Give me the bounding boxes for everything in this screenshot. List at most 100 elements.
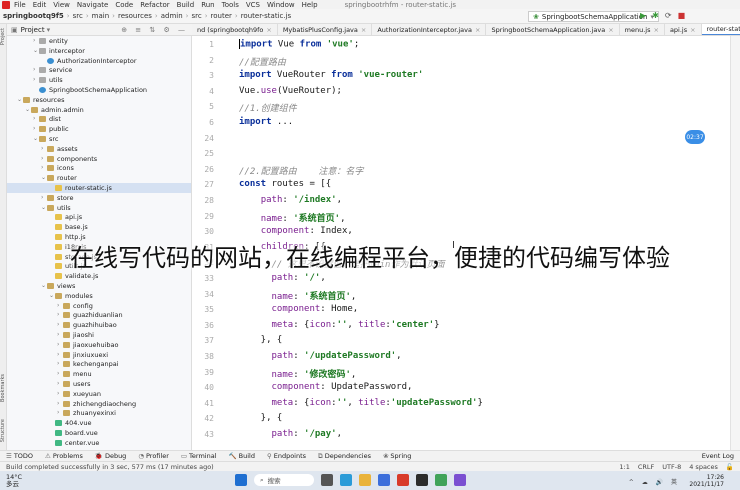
tree-item[interactable]: › utils bbox=[7, 75, 63, 85]
tree-item[interactable]: › kechenganpai bbox=[7, 359, 119, 369]
breadcrumb-item[interactable]: resources bbox=[118, 12, 152, 20]
breadcrumb-item[interactable]: router-static.js bbox=[241, 12, 292, 20]
intellij-taskbar-icon[interactable] bbox=[416, 474, 428, 486]
edge-browser-icon[interactable] bbox=[340, 474, 352, 486]
tree-item[interactable]: center.vue bbox=[7, 438, 99, 448]
project-panel-actions[interactable]: ⊕ ≡ ⇅ ⚙ — bbox=[121, 26, 188, 34]
stop-icon[interactable]: ■ bbox=[678, 11, 686, 20]
taskbar-clock[interactable]: 17:26 2021/11/17 bbox=[689, 474, 724, 488]
code-line[interactable]: name: '系统首页', bbox=[239, 289, 357, 302]
code-line[interactable]: path: '/pay', bbox=[239, 429, 342, 439]
tree-item[interactable]: base.js bbox=[7, 222, 88, 232]
lock-icon[interactable]: 🔓 bbox=[726, 463, 734, 471]
code-line[interactable]: meta: {icon:'', title:'center'} bbox=[239, 320, 440, 330]
structure-tool-tab[interactable]: Structure bbox=[0, 419, 7, 442]
tool-window-build[interactable]: 🔨 Build bbox=[229, 452, 255, 460]
close-tab-icon[interactable]: × bbox=[361, 24, 366, 35]
system-tray[interactable]: ^ ☁ 🔊 英 bbox=[629, 477, 680, 486]
weather-widget[interactable]: 14°C 多云 bbox=[6, 473, 22, 488]
tree-item[interactable]: ⌄ modules bbox=[7, 291, 93, 301]
code-line[interactable]: path: '/', bbox=[239, 273, 326, 283]
tool-window-problems[interactable]: ⚠ Problems bbox=[45, 452, 83, 460]
close-tab-icon[interactable]: × bbox=[608, 24, 613, 35]
bookmarks-tool-tab[interactable]: Bookmarks bbox=[0, 374, 7, 402]
tree-item[interactable]: ⌄ views bbox=[7, 281, 75, 291]
tree-item[interactable]: › service bbox=[7, 65, 72, 75]
breadcrumb-item[interactable]: springbootq9f5 bbox=[3, 12, 64, 20]
code-line[interactable]: component: UpdatePassword, bbox=[239, 382, 413, 392]
menu-item-tools[interactable]: Tools bbox=[222, 1, 239, 9]
tree-item[interactable]: › guazhihuibao bbox=[7, 320, 117, 330]
tree-item[interactable]: router-static.js bbox=[7, 183, 191, 193]
line-separator[interactable]: CRLF bbox=[638, 463, 654, 471]
menu-item-run[interactable]: Run bbox=[201, 1, 214, 9]
project-panel-title[interactable]: Project bbox=[21, 26, 45, 34]
tool-window-spring[interactable]: ❀ Spring bbox=[383, 452, 411, 460]
project-tool-tab[interactable]: Project bbox=[0, 28, 7, 45]
menu-item-code[interactable]: Code bbox=[115, 1, 133, 9]
taskbar-search[interactable]: ⌕ 搜索 bbox=[254, 474, 314, 486]
tool-window-terminal[interactable]: ▭ Terminal bbox=[181, 452, 217, 460]
indent-setting[interactable]: 4 spaces bbox=[689, 463, 718, 471]
code-line[interactable]: component: Home, bbox=[239, 304, 359, 314]
code-line[interactable]: Vue.use(VueRouter); bbox=[239, 86, 342, 96]
code-line[interactable]: meta: {icon:'', title:'updatePassword'} bbox=[239, 398, 483, 408]
tree-item[interactable]: › components bbox=[7, 154, 97, 164]
tree-item[interactable]: › entity bbox=[7, 36, 68, 46]
rerun-icon[interactable]: ⟳ bbox=[665, 11, 672, 20]
menu-item-help[interactable]: Help bbox=[302, 1, 318, 9]
close-tab-icon[interactable]: × bbox=[475, 24, 480, 35]
menu-item-build[interactable]: Build bbox=[177, 1, 195, 9]
tree-item[interactable]: › public bbox=[7, 124, 69, 134]
tree-item[interactable]: ⌄ src bbox=[7, 134, 59, 144]
close-tab-icon[interactable]: × bbox=[653, 24, 658, 35]
tool-window-profiler[interactable]: ◔ Profiler bbox=[138, 452, 169, 460]
tree-item[interactable]: › zhuanyexinxi bbox=[7, 408, 116, 418]
breadcrumb-item[interactable]: admin bbox=[161, 12, 183, 20]
tool-window-debug[interactable]: 🐞 Debug bbox=[95, 452, 126, 460]
editor-tab[interactable]: SpringbootSchemaApplication.java × bbox=[486, 24, 620, 35]
close-tab-icon[interactable]: × bbox=[266, 24, 271, 35]
tree-item[interactable]: › users bbox=[7, 379, 91, 389]
windows-start-icon[interactable] bbox=[235, 474, 247, 486]
status-message[interactable]: Build completed successfully in 3 sec, 5… bbox=[6, 463, 214, 471]
editor-tab[interactable]: menu.js × bbox=[620, 24, 665, 35]
tree-item[interactable]: › xueyuan bbox=[7, 389, 101, 399]
tree-item[interactable]: board.vue bbox=[7, 428, 98, 438]
tree-item[interactable]: › jiaoxuehuibao bbox=[7, 340, 118, 350]
tree-item[interactable]: › store bbox=[7, 193, 73, 203]
menu-item-window[interactable]: Window bbox=[267, 1, 295, 9]
tree-item[interactable]: › jinxiuxuexi bbox=[7, 350, 108, 360]
code-line[interactable]: //1.创建组件 bbox=[239, 101, 297, 114]
run-icon[interactable]: ▶ bbox=[640, 11, 646, 20]
editor-tab[interactable]: router-static.js× bbox=[701, 24, 740, 35]
file-explorer-icon[interactable] bbox=[359, 474, 371, 486]
wechat-icon[interactable] bbox=[435, 474, 447, 486]
code-line[interactable]: name: '修改密码', bbox=[239, 367, 357, 380]
editor-tab[interactable]: nd (springbootqh9fo × bbox=[192, 24, 278, 35]
tree-item[interactable]: ⌄ resources bbox=[7, 95, 65, 105]
code-line[interactable]: }, { bbox=[239, 413, 283, 423]
code-line[interactable]: path: '/index', bbox=[239, 195, 342, 205]
tree-item[interactable]: › menu bbox=[7, 369, 92, 379]
tree-item[interactable]: ⌄ interceptor bbox=[7, 46, 85, 56]
code-line[interactable]: const routes = [{ bbox=[239, 179, 331, 189]
tree-item[interactable]: api.js bbox=[7, 212, 82, 222]
code-line[interactable]: import VueRouter from 'vue-router' bbox=[239, 70, 423, 80]
tree-item[interactable]: › guazhiduanlian bbox=[7, 310, 123, 320]
debug-icon[interactable]: ✱ bbox=[652, 11, 659, 20]
tree-item[interactable]: › zhichengdiaocheng bbox=[7, 399, 136, 409]
code-line[interactable]: import ... bbox=[239, 117, 293, 127]
task-view-icon[interactable] bbox=[321, 474, 333, 486]
tree-item[interactable]: › icons bbox=[7, 163, 74, 173]
breadcrumb-item[interactable]: src bbox=[73, 12, 83, 20]
caret-position[interactable]: 1:1 bbox=[619, 463, 629, 471]
menu-item-file[interactable]: File bbox=[14, 1, 26, 9]
code-line[interactable]: //配置路由 bbox=[239, 55, 286, 68]
tree-item[interactable]: › assets bbox=[7, 144, 78, 154]
tree-item[interactable]: › dist bbox=[7, 114, 61, 124]
menu-item-view[interactable]: View bbox=[53, 1, 70, 9]
editor-tab[interactable]: MybatisPlusConfig.java × bbox=[278, 24, 373, 35]
breadcrumb-item[interactable]: src bbox=[191, 12, 201, 20]
code-line[interactable]: name: '系统首页', bbox=[239, 211, 346, 224]
